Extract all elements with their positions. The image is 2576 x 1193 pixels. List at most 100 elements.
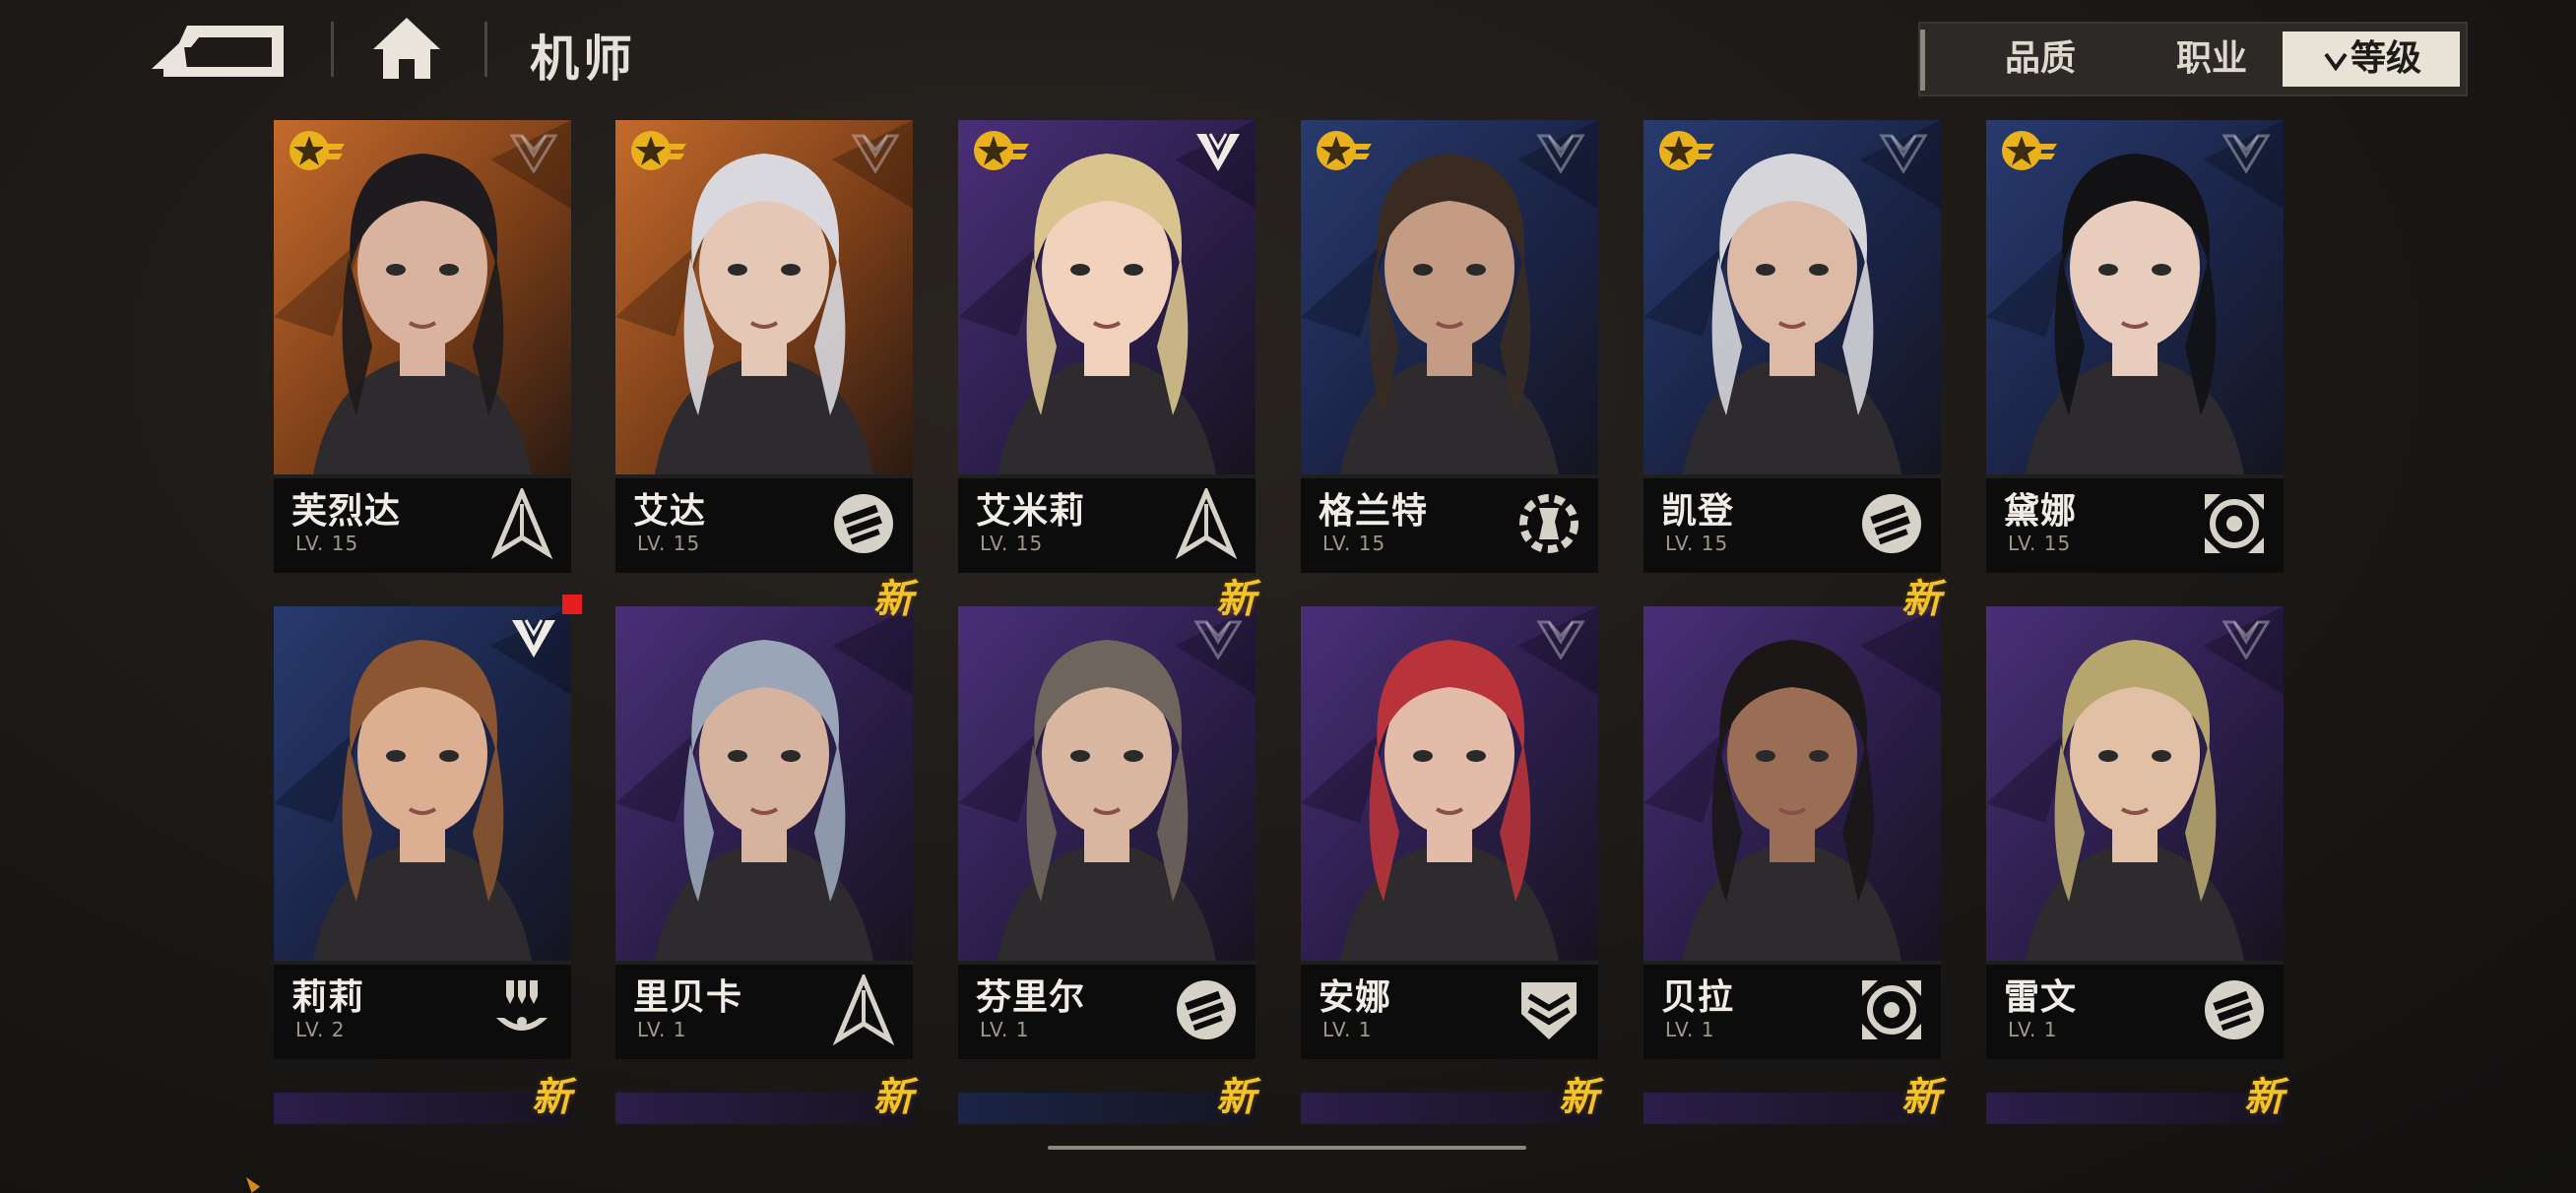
faction-emblem-icon xyxy=(850,130,901,174)
faction-emblem-icon xyxy=(1878,130,1929,174)
pilot-level: LV. 15 xyxy=(1322,532,1386,555)
faction-emblem-icon xyxy=(508,130,559,174)
w-emblem-icon xyxy=(508,616,559,659)
new-badge: 新 xyxy=(873,1075,913,1120)
pilot-namebar: 凯登 LV. 15 xyxy=(1643,474,1941,573)
pilot-card[interactable]: 格兰特 LV. 15 xyxy=(1301,120,1598,573)
pilot-card-partial[interactable] xyxy=(1986,1093,2284,1124)
top-bar: 机师 品质 职业 等级 xyxy=(0,0,2576,108)
pilot-name: 芙烈达 xyxy=(291,491,402,532)
scroll-indicator[interactable] xyxy=(1048,1146,1526,1150)
fist-class-icon xyxy=(828,488,899,559)
pilot-name: 凯登 xyxy=(1661,491,1735,532)
star-rank-icon xyxy=(970,126,1031,175)
pilot-portrait xyxy=(1643,606,1941,961)
pilot-namebar: 芬里尔 LV. 1 xyxy=(958,961,1256,1059)
pilot-name: 雷文 xyxy=(2004,977,2078,1018)
pilot-level: LV. 15 xyxy=(295,532,359,555)
filter-level-tab[interactable]: 等级 xyxy=(2283,31,2460,87)
new-badge: 新 xyxy=(1216,1075,1256,1120)
pilot-card[interactable]: 艾达 LV. 15 xyxy=(615,120,913,573)
chevron-down-icon xyxy=(2321,32,2351,88)
arrow-class-icon xyxy=(486,485,557,560)
filter-level-label: 等级 xyxy=(2350,38,2421,79)
fist-class-icon xyxy=(1856,488,1927,559)
shield-class-icon xyxy=(1513,974,1584,1045)
filter-quality-tab[interactable]: 品质 xyxy=(1960,24,2121,94)
pilot-name: 芬里尔 xyxy=(976,977,1086,1018)
star-rank-icon xyxy=(1655,126,1716,175)
pilot-card[interactable]: 黛娜 LV. 15 xyxy=(1986,120,2284,573)
pilot-card-partial[interactable] xyxy=(274,1093,571,1124)
filter-bar-accent xyxy=(1920,30,1925,91)
pilot-card[interactable]: 凯登 LV. 15 xyxy=(1643,120,1941,573)
new-badge: 新 xyxy=(1559,1075,1598,1120)
pilot-card-partial[interactable] xyxy=(1643,1093,1941,1124)
pilot-level: LV. 1 xyxy=(980,1018,1030,1041)
header-divider xyxy=(484,22,487,77)
pilot-level: LV. 15 xyxy=(1665,532,1729,555)
pilot-card[interactable]: 芬里尔 LV. 1 xyxy=(958,606,1256,1059)
pilot-card-partial[interactable] xyxy=(615,1093,913,1124)
back-arrow-icon[interactable] xyxy=(148,18,295,89)
pilot-namebar: 艾达 LV. 15 xyxy=(615,474,913,573)
pilot-name: 黛娜 xyxy=(2004,491,2078,532)
wrench-class-icon xyxy=(1513,488,1584,559)
drone-class-icon xyxy=(486,974,557,1045)
faction-emblem-icon xyxy=(2221,130,2272,174)
pilot-card-partial[interactable] xyxy=(1301,1093,1598,1124)
fist-class-icon xyxy=(2199,974,2270,1045)
w-emblem-icon xyxy=(1192,130,1244,173)
pilot-level: LV. 1 xyxy=(1665,1018,1715,1041)
new-badge: 新 xyxy=(1901,1075,1941,1120)
new-badge: 新 xyxy=(532,1075,571,1120)
faction-emblem-icon xyxy=(1535,130,1586,174)
corner-mark xyxy=(246,1177,260,1193)
pilot-level: LV. 1 xyxy=(2008,1018,2058,1041)
pilot-card[interactable]: 艾米莉 LV. 15 xyxy=(958,120,1256,573)
star-rank-icon xyxy=(1313,126,1374,175)
pilot-namebar: 莉莉 LV. 2 xyxy=(274,961,571,1059)
faction-emblem-icon xyxy=(1535,616,1586,660)
pilot-card[interactable]: 芙烈达 LV. 15 xyxy=(274,120,571,573)
faction-emblem-icon xyxy=(2221,616,2272,660)
new-badge: 新 xyxy=(2244,1075,2284,1120)
fist-class-icon xyxy=(1171,974,1242,1045)
new-badge: 新 xyxy=(1901,577,1941,622)
pilot-level: LV. 15 xyxy=(980,532,1044,555)
pilot-name: 安娜 xyxy=(1319,977,1392,1018)
pilot-name: 艾达 xyxy=(633,491,707,532)
star-rank-icon xyxy=(627,126,688,175)
target-class-icon xyxy=(1856,974,1927,1045)
pilot-namebar: 里贝卡 LV. 1 xyxy=(615,961,913,1059)
arrow-class-icon xyxy=(828,972,899,1046)
pilot-level: LV. 2 xyxy=(295,1018,346,1041)
pilot-namebar: 格兰特 LV. 15 xyxy=(1301,474,1598,573)
pilot-namebar: 艾米莉 LV. 15 xyxy=(958,474,1256,573)
pilot-namebar: 雷文 LV. 1 xyxy=(1986,961,2284,1059)
pilot-namebar: 贝拉 LV. 1 xyxy=(1643,961,1941,1059)
pilot-card[interactable]: 安娜 LV. 1 xyxy=(1301,606,1598,1059)
notification-dot xyxy=(562,595,582,614)
pilot-level: LV. 15 xyxy=(2008,532,2072,555)
pilot-name: 艾米莉 xyxy=(976,491,1086,532)
pilot-name: 里贝卡 xyxy=(633,977,743,1018)
pilot-namebar: 芙烈达 LV. 15 xyxy=(274,474,571,573)
star-rank-icon xyxy=(1998,126,2059,175)
pilot-level: LV. 1 xyxy=(1322,1018,1373,1041)
pilot-card[interactable]: 贝拉 LV. 1 xyxy=(1643,606,1941,1059)
pilot-card[interactable]: 雷文 LV. 1 xyxy=(1986,606,2284,1059)
pilot-portrait xyxy=(615,606,913,961)
pilot-card-partial[interactable] xyxy=(958,1093,1256,1124)
filter-class-tab[interactable]: 职业 xyxy=(2131,24,2292,94)
pilot-card[interactable]: 里贝卡 LV. 1 xyxy=(615,606,913,1059)
pilot-name: 贝拉 xyxy=(1661,977,1735,1018)
pilot-level: LV. 15 xyxy=(637,532,701,555)
home-icon[interactable] xyxy=(369,14,444,85)
pilot-name: 莉莉 xyxy=(291,977,365,1018)
pilot-name: 格兰特 xyxy=(1319,491,1429,532)
sort-filter-bar: 品质 职业 等级 xyxy=(1918,22,2468,96)
new-badge: 新 xyxy=(873,577,913,622)
arrow-class-icon xyxy=(1171,485,1242,560)
pilot-card[interactable]: 莉莉 LV. 2 xyxy=(274,606,571,1059)
